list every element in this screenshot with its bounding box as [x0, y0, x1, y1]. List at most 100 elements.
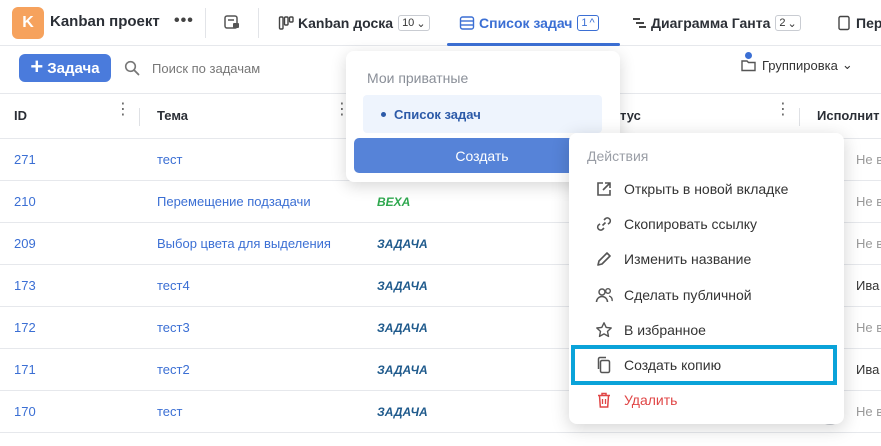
- star-icon: [596, 322, 612, 338]
- top-bar: K Kanban проект ••• Kanban доска 10 ⌄ Спи…: [0, 0, 881, 46]
- task-type: ЗАДАЧА: [377, 405, 428, 419]
- tab-count: 1: [581, 17, 588, 29]
- task-id[interactable]: 170: [14, 404, 36, 419]
- task-type: ЗАДАЧА: [377, 321, 428, 335]
- menu-item-rename[interactable]: Изменить название: [595, 248, 751, 270]
- tab-count: 10: [402, 17, 415, 29]
- tab-kanban-board[interactable]: Kanban доска 10 ⌄: [278, 0, 430, 46]
- highlight-frame: [571, 345, 837, 385]
- actions-heading: Действия: [587, 148, 649, 164]
- active-indicator-dot: [745, 52, 752, 59]
- menu-item-copy-link[interactable]: Скопировать ссылку: [595, 213, 757, 235]
- tab-label: Диаграмма Ганта: [651, 15, 771, 31]
- tab-overflow[interactable]: Пер: [836, 0, 881, 46]
- chevron-down-icon: ⌄: [787, 17, 797, 30]
- column-resize-handle[interactable]: [139, 108, 140, 126]
- task-id[interactable]: 173: [14, 278, 36, 293]
- views-section-heading: Мои приватные: [367, 70, 469, 86]
- link-icon: [596, 217, 612, 231]
- tab-label: Список задач: [479, 15, 573, 31]
- actions-menu: Действия Открыть в новой вкладке Скопиро…: [569, 133, 844, 424]
- assignee[interactable]: Не в: [856, 152, 881, 167]
- menu-item-open-new-tab[interactable]: Открыть в новой вкладке: [595, 178, 788, 200]
- tab-count-dropdown[interactable]: 2 ⌄: [775, 15, 801, 31]
- assignee[interactable]: Ива: [856, 362, 879, 377]
- trash-icon: [598, 392, 610, 408]
- task-topic[interactable]: тест4: [157, 278, 190, 293]
- tab-count-dropdown[interactable]: 10 ⌄: [398, 15, 430, 31]
- tab-task-list[interactable]: Список задач 1 ^: [459, 0, 599, 46]
- list-icon: [459, 16, 475, 30]
- add-task-label: Задача: [47, 59, 100, 77]
- task-type: ЗАДАЧА: [377, 363, 428, 377]
- assignee[interactable]: Не в: [856, 404, 881, 419]
- pencil-icon: [597, 252, 611, 266]
- task-topic[interactable]: тест: [157, 152, 183, 167]
- column-menu-icon[interactable]: ⋮: [334, 102, 350, 118]
- tab-count-dropdown[interactable]: 1 ^: [577, 15, 599, 31]
- task-topic[interactable]: Перемещение подзадачи: [157, 194, 311, 209]
- plus-icon: +: [30, 54, 44, 79]
- chevron-down-icon: ⌄: [841, 57, 853, 72]
- gantt-icon: [633, 18, 646, 28]
- column-header-id[interactable]: ID: [14, 108, 27, 123]
- column-resize-handle[interactable]: [799, 108, 800, 126]
- chevron-up-icon: ^: [589, 17, 595, 29]
- task-topic[interactable]: Выбор цвета для выделения: [157, 236, 331, 251]
- assignee[interactable]: Не в: [856, 236, 881, 251]
- column-menu-icon[interactable]: ⋮: [115, 102, 131, 118]
- external-link-icon: [597, 182, 611, 196]
- task-topic[interactable]: тест2: [157, 362, 190, 377]
- menu-item-add-favorite[interactable]: В избранное: [595, 319, 706, 341]
- grouping-button[interactable]: Группировка ⌄: [740, 52, 853, 73]
- divider: [205, 8, 206, 38]
- project-avatar[interactable]: K: [12, 7, 44, 39]
- document-icon: [838, 15, 850, 31]
- view-item-task-list[interactable]: Список задач: [363, 95, 602, 133]
- tab-label: Kanban доска: [298, 15, 394, 31]
- archive-lock-icon[interactable]: [222, 12, 242, 32]
- tab-label: Пер: [856, 15, 881, 31]
- task-id[interactable]: 210: [14, 194, 36, 209]
- menu-item-label: Изменить название: [624, 251, 752, 267]
- task-type: ВЕХА: [377, 195, 411, 209]
- menu-item-make-public[interactable]: Сделать публичной: [595, 284, 752, 306]
- menu-item-delete[interactable]: Удалить: [595, 389, 677, 411]
- task-topic[interactable]: тест3: [157, 320, 190, 335]
- assignee[interactable]: Не в: [856, 194, 881, 209]
- tab-gantt-chart[interactable]: Диаграмма Ганта 2 ⌄: [631, 0, 801, 46]
- column-header-assignee[interactable]: Исполнит: [817, 108, 880, 123]
- menu-item-label: Сделать публичной: [624, 287, 752, 303]
- task-id[interactable]: 209: [14, 236, 36, 251]
- add-task-button[interactable]: + Задача: [19, 54, 111, 82]
- assignee[interactable]: Не в: [856, 320, 881, 335]
- menu-item-label: Скопировать ссылку: [624, 216, 758, 232]
- active-tab-indicator: [447, 43, 620, 46]
- bullet-icon: [381, 111, 386, 117]
- search-input[interactable]: [152, 60, 342, 76]
- task-id[interactable]: 171: [14, 362, 36, 377]
- task-type: ЗАДАЧА: [377, 279, 428, 293]
- assignee[interactable]: Ива: [856, 278, 879, 293]
- column-header-status[interactable]: тус: [620, 108, 641, 123]
- menu-item-label: Удалить: [624, 392, 678, 408]
- column-header-topic[interactable]: Тема: [157, 108, 188, 123]
- grouping-label: Группировка: [762, 57, 838, 73]
- column-menu-icon[interactable]: ⋮: [775, 102, 791, 118]
- menu-item-label: Открыть в новой вкладке: [624, 181, 789, 197]
- search-box: [124, 56, 344, 80]
- view-item-label: Список задач: [394, 106, 481, 122]
- menu-item-label: В избранное: [624, 322, 706, 338]
- tab-count: 2: [779, 17, 786, 29]
- users-icon: [595, 288, 613, 303]
- task-id[interactable]: 172: [14, 320, 36, 335]
- task-type: ЗАДАЧА: [377, 237, 428, 251]
- chevron-down-icon: ⌄: [416, 17, 426, 30]
- folders-icon: [741, 60, 756, 72]
- divider: [258, 8, 259, 38]
- project-name[interactable]: Kanban проект: [50, 13, 160, 30]
- kanban-icon: [278, 16, 294, 30]
- project-more-button[interactable]: •••: [174, 12, 194, 30]
- task-id[interactable]: 271: [14, 152, 36, 167]
- task-topic[interactable]: тест: [157, 404, 183, 419]
